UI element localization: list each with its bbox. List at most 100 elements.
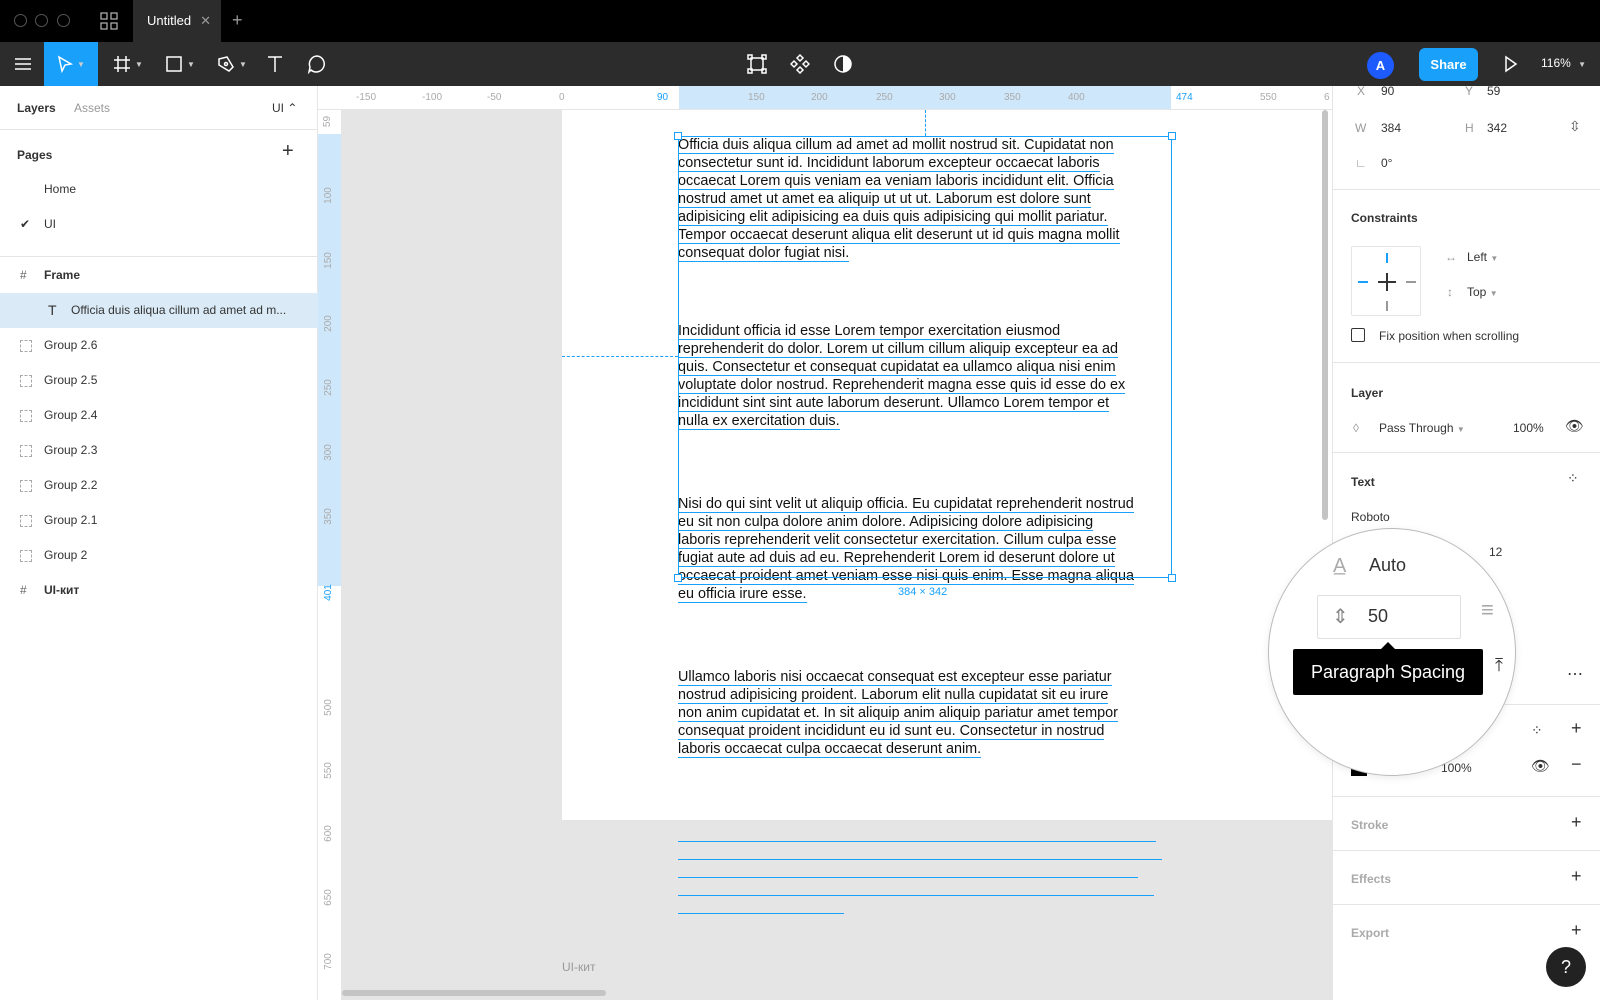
- distance-guide: [925, 110, 926, 136]
- layer-group[interactable]: Group 2.3: [0, 433, 318, 468]
- more-icon[interactable]: ⋯: [1567, 664, 1583, 684]
- layer-group[interactable]: Group 2.4: [0, 398, 318, 433]
- y-label: Y: [1465, 84, 1474, 98]
- resize-handle[interactable]: [674, 132, 682, 140]
- h-input[interactable]: 342: [1487, 121, 1507, 135]
- component-frame-button[interactable]: [745, 42, 769, 86]
- layer-group[interactable]: Group 2.1: [0, 503, 318, 538]
- page-selector[interactable]: UI ⌃: [272, 101, 297, 115]
- eye-icon[interactable]: 👁: [1565, 417, 1584, 435]
- add-fill-button[interactable]: +: [1571, 718, 1582, 739]
- ruler-tick: 200: [811, 92, 828, 103]
- move-tool-button[interactable]: ▼: [44, 42, 98, 86]
- page-item-ui[interactable]: ✔ UI: [0, 207, 318, 242]
- layer-frame[interactable]: # Frame: [0, 258, 318, 293]
- eye-icon[interactable]: 👁: [1531, 757, 1550, 775]
- constrain-proportions-icon[interactable]: ⇳: [1569, 118, 1581, 135]
- align-icon[interactable]: ≡: [1481, 597, 1494, 623]
- constraint-widget[interactable]: [1351, 246, 1421, 316]
- constraint-top[interactable]: [1386, 253, 1388, 263]
- add-stroke-button[interactable]: +: [1571, 812, 1582, 833]
- font-family-dropdown[interactable]: Roboto: [1351, 510, 1390, 524]
- share-button[interactable]: Share: [1419, 48, 1478, 81]
- layer-title: Layer: [1351, 386, 1384, 400]
- new-tab-button[interactable]: +: [232, 10, 243, 31]
- rotation-input[interactable]: 0°: [1381, 156, 1392, 170]
- x-input[interactable]: 90: [1381, 84, 1394, 98]
- grid-icon[interactable]: [100, 12, 118, 30]
- remove-fill-button[interactable]: −: [1571, 754, 1582, 775]
- tab-layers[interactable]: Layers: [17, 101, 56, 115]
- text-icon: [268, 56, 282, 72]
- tab-assets[interactable]: Assets: [74, 101, 110, 115]
- create-component-button[interactable]: [788, 42, 812, 86]
- group-icon: [20, 375, 32, 387]
- constraint-left[interactable]: [1358, 281, 1368, 283]
- paragraph-spacing-input[interactable]: ⇕ 50: [1317, 595, 1461, 639]
- y-input[interactable]: 59: [1487, 84, 1500, 98]
- zoom-dropdown[interactable]: 116% ▼: [1541, 56, 1586, 70]
- text-line: Ullamco laboris nisi occaecat consequat …: [678, 669, 1112, 686]
- text-styles-icon[interactable]: ⁘: [1567, 470, 1579, 487]
- line-height-input[interactable]: Auto: [1369, 555, 1406, 576]
- mask-button[interactable]: [831, 42, 855, 86]
- layer-group[interactable]: Group 2.5: [0, 363, 318, 398]
- constraint-bottom[interactable]: [1386, 301, 1388, 311]
- tab-untitled[interactable]: Untitled ✕: [133, 0, 221, 42]
- selection-box[interactable]: [678, 136, 1172, 578]
- resize-handle[interactable]: [1168, 574, 1176, 582]
- ruler-tick: -50: [487, 92, 502, 103]
- comment-tool-button[interactable]: [305, 42, 329, 86]
- ruler-tick: -100: [422, 92, 443, 103]
- layer-opacity-input[interactable]: 100%: [1513, 421, 1544, 435]
- canvas[interactable]: Officia duis aliqua cillum ad amet ad mo…: [342, 110, 1332, 1000]
- constraint-horizontal-dropdown[interactable]: Left ▼: [1467, 250, 1498, 264]
- ruler-tick-highlight: 90: [657, 92, 669, 103]
- align-top-icon[interactable]: ⤒: [1495, 655, 1503, 676]
- add-effect-button[interactable]: +: [1571, 866, 1582, 887]
- layer-text-selected[interactable]: T Officia duis aliqua cillum ad amet ad …: [0, 293, 318, 328]
- close-window-button[interactable]: [14, 14, 27, 27]
- text-line: consequat proident incididunt eu id sunt…: [678, 723, 1105, 740]
- frame-tool-button[interactable]: ▼: [108, 42, 148, 86]
- overflow-line: [678, 913, 844, 914]
- help-button[interactable]: ?: [1546, 947, 1586, 987]
- blend-mode-dropdown[interactable]: Pass Through ▼: [1379, 421, 1465, 435]
- page-label: Home: [44, 182, 77, 196]
- page-item-home[interactable]: Home: [0, 172, 318, 207]
- add-page-button[interactable]: +: [282, 140, 294, 163]
- close-tab-icon[interactable]: ✕: [200, 0, 211, 42]
- text-line: nostrud adipisicing proident. Laborum el…: [678, 687, 1109, 704]
- ruler-top: -150 -100 -50 0 90 150 200 250 300 350 4…: [318, 86, 1332, 110]
- maximize-window-button[interactable]: [57, 14, 70, 27]
- layer-group[interactable]: Group 2: [0, 538, 318, 573]
- layer-group[interactable]: Group 2.6: [0, 328, 318, 363]
- resize-handle[interactable]: [1168, 132, 1176, 140]
- ruler-tick: 6: [1324, 92, 1330, 103]
- w-input[interactable]: 384: [1381, 121, 1401, 135]
- add-export-button[interactable]: +: [1571, 920, 1582, 941]
- vertical-scrollbar[interactable]: [1322, 110, 1328, 520]
- transform-icon: [747, 54, 767, 74]
- layer-frame[interactable]: # UI-кит: [0, 573, 318, 608]
- shape-tool-button[interactable]: ▼: [160, 42, 200, 86]
- avatar[interactable]: A: [1367, 52, 1394, 79]
- w-label: W: [1355, 121, 1367, 135]
- layer-group[interactable]: Group 2.2: [0, 468, 318, 503]
- pen-tool-button[interactable]: ▼: [212, 42, 252, 86]
- main-menu-icon[interactable]: [8, 42, 38, 86]
- group-icon: [20, 515, 32, 527]
- horizontal-scrollbar[interactable]: [342, 990, 606, 996]
- constraint-vertical-dropdown[interactable]: Top ▼: [1467, 285, 1498, 299]
- ruler-tick: 600: [322, 825, 334, 842]
- font-size-input[interactable]: 12: [1489, 545, 1502, 559]
- minimize-window-button[interactable]: [35, 14, 48, 27]
- frame-label[interactable]: UI-кит: [562, 960, 595, 974]
- resize-handle[interactable]: [674, 574, 682, 582]
- fix-position-checkbox[interactable]: [1351, 328, 1365, 342]
- rotation-icon: ∟: [1355, 156, 1367, 170]
- constraint-right[interactable]: [1406, 281, 1416, 283]
- text-tool-button[interactable]: [263, 42, 287, 86]
- styles-icon[interactable]: ⁘: [1531, 722, 1543, 739]
- play-icon[interactable]: [1500, 54, 1520, 74]
